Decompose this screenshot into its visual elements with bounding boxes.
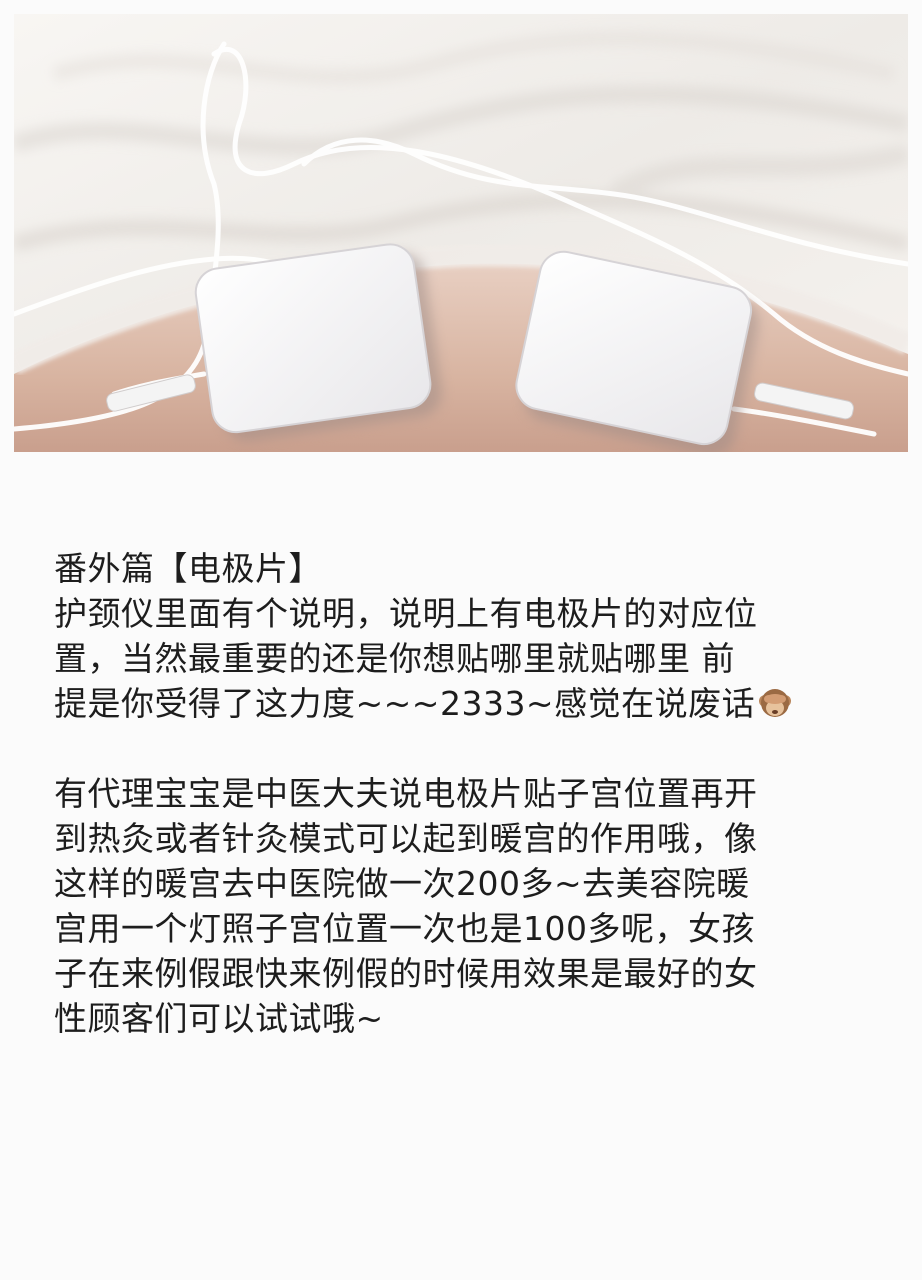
paragraph1-line: 置，当然最重要的还是你想贴哪里就贴哪里 前: [54, 639, 735, 678]
paragraph2-line: 有代理宝宝是中医大夫说电极片贴子宫位置再开: [54, 774, 758, 813]
paragraph2-line: 宫用一个灯照子宫位置一次也是100多呢，女孩: [54, 909, 755, 948]
electrode-pads-photo: [14, 14, 908, 452]
paragraph1-line: 护颈仪里面有个说明，说明上有电极片的对应位: [54, 594, 758, 633]
see-no-evil-monkey-icon: [757, 685, 793, 732]
post-title: 番外篇【电极片】: [54, 549, 322, 588]
paragraph2-line: 到热灸或者针灸模式可以起到暖宫的作用哦，像: [54, 819, 758, 858]
paragraph2-line: 子在来例假跟快来例假的时候用效果是最好的女: [54, 954, 758, 993]
electrode-pads-photo-icon: [14, 14, 908, 452]
post-text: 番外篇【电极片】 护颈仪里面有个说明，说明上有电极片的对应位 置，当然最重要的还…: [54, 546, 910, 1041]
paragraph1-line-last: 提是你受得了这力度~~~2333~感觉在说废话: [54, 681, 910, 726]
paragraph2-line: 性顾客们可以试试哦~: [54, 999, 384, 1038]
paragraph2-line: 这样的暖宫去中医院做一次200多~去美容院暖: [54, 864, 750, 903]
paragraph1-line-text: 提是你受得了这力度~~~2333~感觉在说废话: [54, 684, 756, 723]
